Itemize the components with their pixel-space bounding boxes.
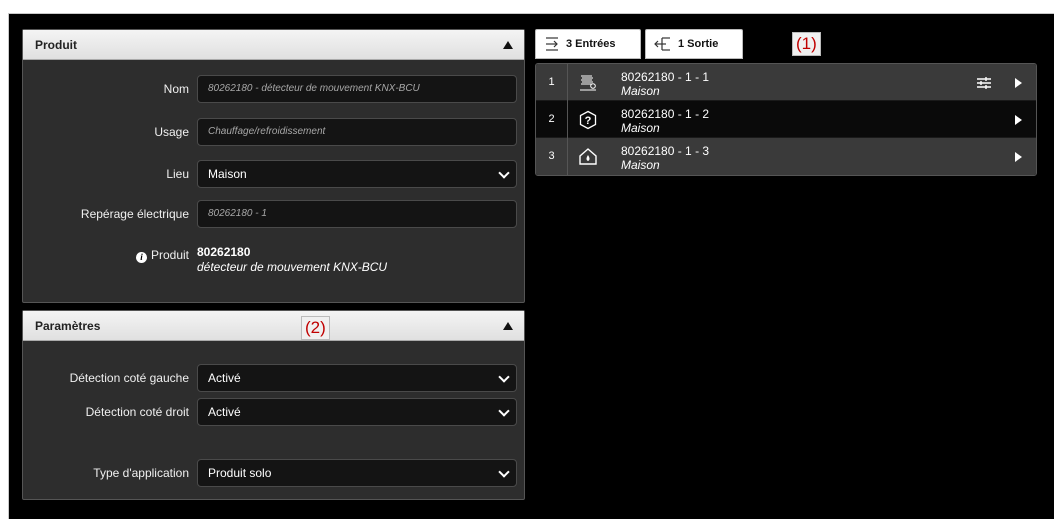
callout-1: (1) [792,32,821,56]
produit-description: détecteur de mouvement KNX-BCU [197,260,388,274]
type-select[interactable]: Produit solo [197,459,517,487]
channel-list: 1 80262180 - 1 - 1 Maison 2 ? 80262180 -… [535,63,1037,176]
input-arrow-icon [546,37,558,51]
list-item[interactable]: 2 ? 80262180 - 1 - 2 Maison [536,101,1036,138]
params-panel-header[interactable]: Paramètres [23,311,524,341]
usage-row: Usage Chauffage/refroidissement [23,118,524,146]
callout-2: (2) [301,316,330,340]
params-panel-title: Paramètres [35,318,101,333]
list-item[interactable]: 1 80262180 - 1 - 1 Maison [536,64,1036,101]
type-row: Type d'application Produit solo [23,459,524,487]
tab-entrees-label: 3 Entrées [566,38,616,50]
channel-name: 80262180 - 1 - 3 [621,144,710,158]
channel-location: Maison [621,158,660,172]
product-panel: Produit Nom 80262180 - détecteur de mouv… [22,29,525,303]
produit-row: i Produit 80262180 détecteur de mouvement… [23,245,524,277]
gauche-label: Détection coté gauche [69,371,189,385]
lieu-row: Lieu Maison [23,160,524,188]
home-icon [579,148,597,165]
params-panel: Paramètres Détection coté gauche Activé … [22,310,525,500]
list-item[interactable]: 3 80262180 - 1 - 3 Maison [536,138,1036,175]
lieu-label: Lieu [166,167,189,181]
product-panel-header[interactable]: Produit [23,30,524,60]
usage-label: Usage [154,125,189,139]
reperage-input[interactable]: 80262180 - 1 [197,200,517,228]
droit-select[interactable]: Activé [197,398,517,426]
play-icon[interactable] [1015,115,1022,125]
chevron-down-icon [498,167,510,179]
settings-sliders-icon[interactable] [976,75,992,91]
channel-name: 80262180 - 1 - 2 [621,107,710,121]
chevron-down-icon [498,371,510,383]
chevron-down-icon [498,466,510,478]
output-arrow-icon [654,37,670,51]
channel-number: 1 [536,64,568,101]
droit-row: Détection coté droit Activé [23,398,524,426]
usage-input[interactable]: Chauffage/refroidissement [197,118,517,146]
collapse-icon[interactable] [503,40,513,49]
collapse-icon[interactable] [503,321,513,330]
gauche-select[interactable]: Activé [197,364,517,392]
nom-row: Nom 80262180 - détecteur de mouvement KN… [23,75,524,103]
droit-value: Activé [208,405,241,419]
nom-input[interactable]: 80262180 - détecteur de mouvement KNX-BC… [197,75,517,103]
lieu-value: Maison [208,167,247,181]
svg-text:?: ? [585,115,592,127]
channel-location: Maison [621,84,660,98]
info-icon[interactable]: i [135,252,147,263]
reperage-row: Repérage électrique 80262180 - 1 [23,200,524,228]
channel-location: Maison [621,121,660,135]
produit-label: Produit [150,248,189,262]
tab-sortie[interactable]: 1 Sortie [645,29,743,59]
channel-number: 2 [536,101,568,138]
heating-icon [580,75,596,91]
tab-entrees[interactable]: 3 Entrées [535,29,641,59]
gauche-value: Activé [208,371,241,385]
produit-label-wrap: i Produit [135,245,189,265]
channel-number: 3 [536,138,568,175]
play-icon[interactable] [1015,78,1022,88]
type-value: Produit solo [208,466,272,480]
gauche-row: Détection coté gauche Activé [23,364,524,392]
type-label: Type d'application [93,466,189,480]
chevron-down-icon [498,405,510,417]
reperage-label: Repérage électrique [80,207,189,221]
channel-name: 80262180 - 1 - 1 [621,70,710,84]
unknown-icon: ? [579,110,597,130]
produit-id: 80262180 [197,245,251,259]
product-panel-title: Produit [35,37,77,52]
lieu-select[interactable]: Maison [197,160,517,188]
droit-label: Détection coté droit [85,405,189,419]
tab-sortie-label: 1 Sortie [678,38,719,50]
nom-label: Nom [163,82,189,96]
play-icon[interactable] [1015,152,1022,162]
